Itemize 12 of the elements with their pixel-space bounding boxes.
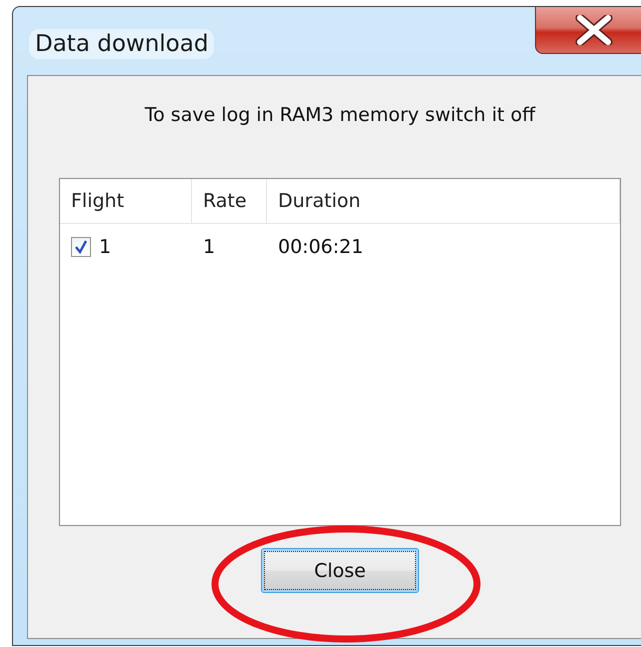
column-header[interactable]: Rate — [192, 179, 267, 223]
close-button[interactable]: Close — [261, 548, 419, 593]
close-icon — [574, 15, 614, 45]
table-cell: 1 — [99, 236, 112, 258]
checkbox[interactable] — [71, 237, 91, 257]
message-text: To save log in RAM3 memory switch it off — [144, 104, 536, 126]
window-title: Data download — [29, 29, 214, 59]
column-header[interactable]: Flight — [60, 179, 192, 223]
table-cell: 00:06:21 — [278, 236, 364, 258]
table-cell: 1 — [203, 236, 216, 258]
column-header[interactable]: Duration — [267, 179, 620, 223]
close-button[interactable] — [535, 7, 641, 54]
